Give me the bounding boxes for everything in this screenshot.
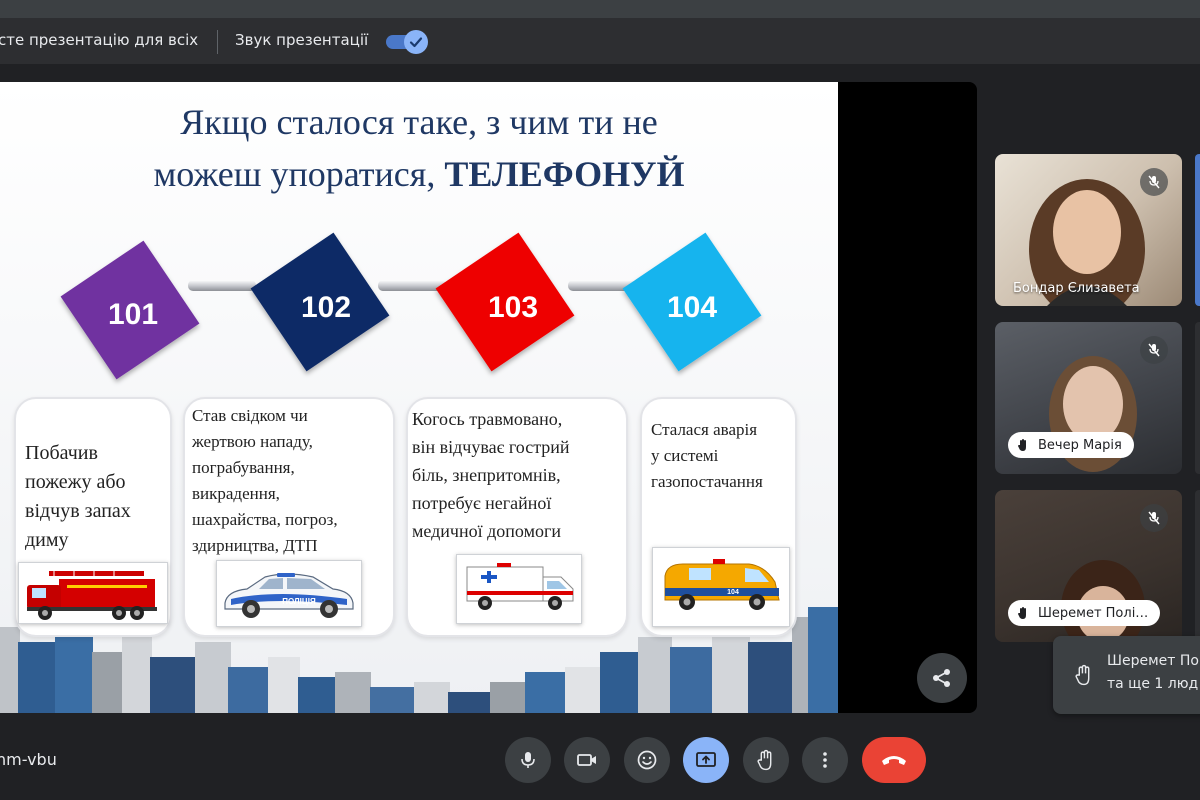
more-vert-icon — [823, 752, 827, 768]
presentation-sound-label: Звук презентації — [235, 31, 369, 49]
reactions-button[interactable] — [624, 737, 670, 783]
presentation-sound-toggle[interactable] — [386, 30, 428, 54]
offscreen-tile-edge — [1195, 154, 1200, 306]
divider — [217, 30, 218, 54]
gas-van-icon: 104 — [664, 559, 780, 610]
mic-off-icon — [1148, 175, 1160, 189]
notification-line-2: та ще 1 люд — [1107, 676, 1199, 692]
microphone-icon — [521, 752, 535, 768]
offscreen-tile-edge — [1195, 490, 1200, 642]
notification-line-1: Шеремет По — [1107, 653, 1199, 669]
mic-off-icon — [1148, 511, 1160, 525]
gas-service-van-image: 104 — [652, 547, 790, 627]
raise-hand-button[interactable] — [743, 737, 789, 783]
number-101-label: 101 — [108, 298, 158, 331]
connector-bar — [378, 280, 446, 291]
present-screen-icon — [696, 752, 716, 767]
browser-top-strip — [0, 0, 1200, 18]
present-screen-button[interactable] — [683, 737, 729, 783]
end-call-icon — [882, 756, 906, 765]
share-icon — [933, 669, 950, 687]
participant-name: Шеремет Полі… — [1038, 605, 1149, 621]
mic-off-icon — [1148, 343, 1160, 357]
hand-icon — [757, 749, 772, 771]
ambulance-image — [456, 554, 582, 624]
raised-hand-chip: Вечер Марія — [1008, 432, 1134, 458]
fire-truck-image — [18, 562, 168, 624]
connector-bar — [188, 280, 256, 291]
card-gas-text: Сталася аварія у системі газопостачання — [651, 420, 763, 491]
participant-tile-2[interactable]: Вечер Марія — [995, 322, 1182, 474]
hand-icon — [1075, 664, 1090, 686]
ambulance-icon — [466, 563, 574, 610]
card-fire-text: Побачив пожежу або відчув запах диму — [25, 442, 131, 551]
card-police-text: Став свідком чи жертвою нападу, пограбув… — [192, 406, 338, 555]
check-icon — [409, 37, 423, 48]
mic-off-indicator — [1140, 168, 1168, 196]
hand-icon — [1018, 607, 1026, 619]
raised-hands-notification[interactable]: Шеремет По та ще 1 люд — [1053, 636, 1200, 714]
share-button[interactable] — [917, 653, 967, 703]
toggle-knob — [404, 30, 428, 54]
camera-icon — [577, 754, 596, 766]
leave-call-button[interactable] — [862, 737, 926, 783]
mic-off-indicator — [1140, 336, 1168, 364]
participant-tile-1[interactable]: Бондар Єлизавета — [995, 154, 1182, 306]
hand-icon — [1018, 439, 1026, 451]
presenting-label: сте презентацію для всіх — [0, 31, 199, 49]
participant-tile-3[interactable]: Шеремет Полі… — [995, 490, 1182, 642]
microphone-button[interactable] — [505, 737, 551, 783]
offscreen-tile-edge — [1195, 322, 1200, 474]
gas-van-text: 104 — [727, 589, 739, 596]
mic-off-indicator — [1140, 504, 1168, 532]
number-102-label: 102 — [301, 291, 351, 324]
participant-name: Бондар Єлизавета — [1013, 281, 1140, 296]
number-103-label: 103 — [488, 291, 538, 324]
participant-name: Вечер Марія — [1038, 437, 1122, 453]
camera-button[interactable] — [564, 737, 610, 783]
police-car-icon: ПОЛІЦІЯ — [224, 573, 354, 618]
card-ambulance-text: Когось травмовано, він відчуває гострий … — [412, 409, 570, 541]
emoji-icon — [637, 750, 657, 770]
number-104-label: 104 — [667, 291, 717, 324]
presentation-stage: Якщо сталося таке, з чим ти не можеш упо… — [0, 82, 977, 713]
presentation-bar: сте презентацію для всіх Звук презентаці… — [0, 18, 1200, 64]
raised-hand-chip: Шеремет Полі… — [1008, 600, 1161, 626]
police-car-text: ПОЛІЦІЯ — [282, 597, 316, 606]
police-car-image: ПОЛІЦІЯ — [216, 560, 362, 627]
presentation-slide: Якщо сталося таке, з чим ти не можеш упо… — [0, 82, 838, 713]
meeting-code: nm-vbu — [0, 750, 57, 769]
fire-truck-icon — [27, 571, 157, 620]
more-options-button[interactable] — [802, 737, 848, 783]
